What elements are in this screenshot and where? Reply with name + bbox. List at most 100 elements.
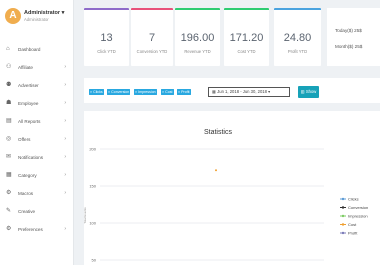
chart-icon: ▥ bbox=[300, 89, 305, 94]
today-value: 25$ bbox=[354, 28, 362, 33]
sidebar-menu: ⌂ Dashboard ⚇ Affiliate › ⚉ Advertiser › ☗ Employ… bbox=[0, 40, 74, 238]
sidebar-item-label: Macros bbox=[18, 190, 34, 196]
employee-icon: ☗ bbox=[6, 100, 12, 106]
y-tick-label: 200 bbox=[89, 147, 96, 152]
chevron-right-icon: › bbox=[64, 154, 66, 160]
sidebar-item-preferences[interactable]: ⚙ Preferences › bbox=[0, 220, 74, 238]
legend-marker bbox=[341, 231, 345, 235]
admin-role: Administrator bbox=[24, 17, 49, 22]
chevron-right-icon: › bbox=[64, 136, 66, 142]
date-range-value: Jun 1, 2018 - Jun 30, 2018 ▾ bbox=[217, 89, 271, 94]
sidebar-item-all-reports[interactable]: ▤ All Reports › bbox=[0, 112, 74, 130]
show-button[interactable]: ▥ Show bbox=[298, 86, 319, 98]
today-row: Today($) 25$ bbox=[335, 28, 362, 33]
stat-value: 196.00 bbox=[180, 32, 215, 44]
sidebar-item-affiliate[interactable]: ⚇ Affiliate › bbox=[0, 58, 74, 76]
sidebar-item-notifications[interactable]: ✉ Notifications › bbox=[0, 148, 74, 166]
sidebar-item-advertiser[interactable]: ⚉ Advertiser › bbox=[0, 76, 74, 94]
sidebar-item-label: Offers bbox=[18, 136, 31, 142]
stat-caption: Click YTD bbox=[97, 49, 116, 54]
stat-caption: Profit YTD bbox=[287, 49, 308, 54]
stat-caption: Cost YTD bbox=[237, 49, 256, 54]
sidebar-item-category[interactable]: ▦ Category › bbox=[0, 166, 74, 184]
sidebar-item-label: Advertiser bbox=[18, 82, 39, 88]
offers-icon: ◎ bbox=[6, 136, 12, 142]
sidebar-item-dashboard[interactable]: ⌂ Dashboard bbox=[0, 40, 74, 58]
legend-marker bbox=[341, 223, 345, 226]
filter-chip-cost[interactable]: × Cost bbox=[161, 89, 174, 95]
legend-marker bbox=[341, 197, 345, 201]
chip-label: Profit bbox=[181, 90, 190, 94]
date-range-picker[interactable]: ▦ Jun 1, 2018 - Jun 30, 2018 ▾ bbox=[208, 87, 290, 97]
sidebar-item-macros[interactable]: ⚙ Macros › bbox=[0, 184, 74, 202]
sidebar: A Administrator ▾ Administrator ⌂ Dashboa… bbox=[0, 0, 74, 265]
stat-caption: Revenue YTD bbox=[184, 49, 211, 54]
chip-label: Impression bbox=[138, 90, 156, 94]
profile-section[interactable]: A Administrator ▾ Administrator bbox=[0, 0, 74, 34]
stat-caption: Conversion YTD bbox=[136, 49, 168, 54]
creative-icon: ✎ bbox=[6, 208, 12, 214]
sidebar-item-label: Affiliate bbox=[18, 64, 33, 70]
legend-marker bbox=[341, 214, 345, 218]
avatar[interactable]: A bbox=[5, 8, 21, 24]
sidebar-item-label: Notifications bbox=[18, 154, 44, 160]
chevron-right-icon: › bbox=[64, 100, 66, 106]
legend-label-impression: Impression bbox=[348, 214, 368, 219]
filter-chip-clicks[interactable]: × Clicks bbox=[89, 89, 104, 95]
stat-value: 24.80 bbox=[283, 32, 312, 44]
preferences-icon: ⚙ bbox=[6, 226, 12, 232]
legend-label-conversion: Conversion bbox=[348, 205, 368, 210]
chip-label: Clicks bbox=[93, 90, 103, 94]
today-month-card: Today($) 25$ Month($) 25$ bbox=[327, 8, 380, 66]
category-icon: ▦ bbox=[6, 172, 12, 178]
card-accent-bar bbox=[224, 8, 269, 10]
card-accent-bar bbox=[84, 8, 129, 10]
sidebar-item-offers[interactable]: ◎ Offers › bbox=[0, 130, 74, 148]
data-point-cost bbox=[215, 169, 217, 172]
affiliate-icon: ⚇ bbox=[6, 64, 12, 70]
sidebar-item-creative[interactable]: ✎ Creative bbox=[0, 202, 74, 220]
advertiser-icon: ⚉ bbox=[6, 82, 12, 88]
month-value: 25$ bbox=[354, 44, 363, 49]
sidebar-item-label: Category bbox=[18, 172, 37, 178]
stat-card-cost: 171.20 Cost YTD bbox=[224, 8, 269, 66]
show-label: Show bbox=[305, 89, 317, 94]
y-tick-label: 150 bbox=[89, 184, 96, 189]
stat-value: 171.20 bbox=[229, 32, 264, 44]
filter-chip-profit[interactable]: × Profit bbox=[177, 89, 191, 95]
filter-chip-impression[interactable]: × Impression bbox=[134, 89, 157, 95]
chart-title: Statistics bbox=[204, 129, 233, 136]
stat-value: 13 bbox=[100, 32, 113, 44]
month-label: Month($) bbox=[335, 44, 354, 49]
today-label: Today($) bbox=[335, 28, 353, 33]
legend-label-clicks: Clicks bbox=[348, 197, 359, 202]
admin-name[interactable]: Administrator ▾ bbox=[24, 10, 64, 16]
sidebar-item-label: Employee bbox=[18, 100, 39, 106]
month-row: Month($) 25$ bbox=[335, 44, 362, 49]
dashboard-icon: ⌂ bbox=[6, 46, 10, 52]
filter-chip-conversion[interactable]: × Conversion bbox=[107, 89, 131, 95]
chevron-right-icon: › bbox=[64, 190, 66, 196]
sidebar-item-employee[interactable]: ☗ Employee › bbox=[0, 94, 74, 112]
chevron-right-icon: › bbox=[64, 118, 66, 124]
legend-marker bbox=[341, 206, 345, 209]
chip-label: Cost bbox=[165, 90, 173, 94]
stat-value: 7 bbox=[148, 32, 156, 44]
sidebar-item-label: Preferences bbox=[18, 226, 43, 232]
y-axis-label: Total Events bbox=[84, 207, 87, 224]
sidebar-item-label: Dashboard bbox=[18, 46, 41, 52]
stat-card-revenue: 196.00 Revenue YTD bbox=[175, 8, 220, 66]
stat-card-clicks: 13 Click YTD bbox=[84, 8, 129, 66]
card-accent-bar bbox=[274, 8, 321, 10]
y-tick-label: 50 bbox=[92, 258, 97, 263]
card-accent-bar bbox=[131, 8, 173, 10]
chevron-right-icon: › bbox=[64, 172, 66, 178]
chevron-right-icon: › bbox=[64, 82, 66, 88]
notifications-icon: ✉ bbox=[6, 154, 12, 160]
legend-label-cost: Cost bbox=[348, 222, 357, 227]
stat-card-conversion: 7 Conversion YTD bbox=[131, 8, 173, 66]
reports-icon: ▤ bbox=[6, 118, 12, 124]
statistics-chart: Statistics 200 150 100 50 Total Events Clicks C… bbox=[84, 129, 368, 263]
admin-name-text: Administrator bbox=[24, 10, 61, 16]
legend-label-profit: Profit bbox=[348, 231, 358, 236]
